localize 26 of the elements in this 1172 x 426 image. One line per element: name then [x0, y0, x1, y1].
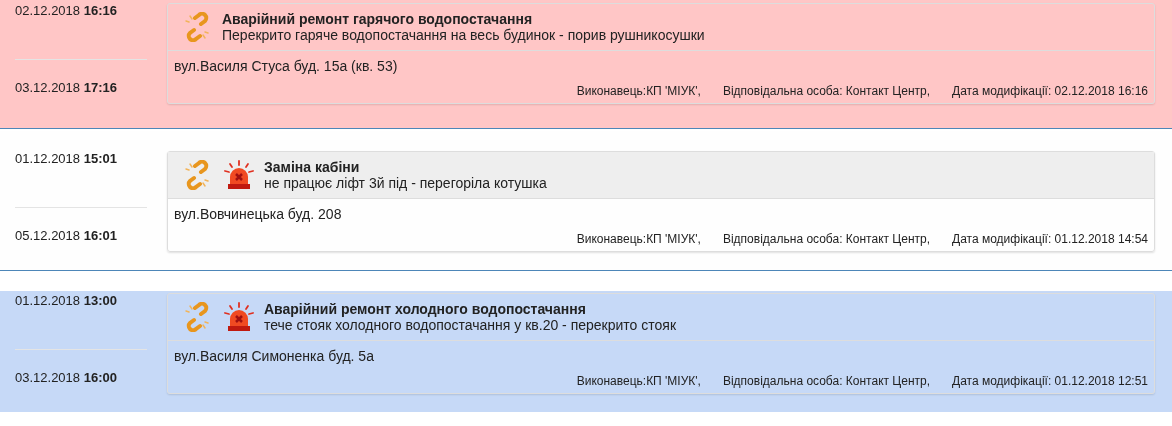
executor-text: Виконавець:КП 'МІУК',: [576, 232, 701, 246]
start-datetime: 01.12.2018 13:00: [15, 293, 147, 350]
modified-date-text: Дата модифікації: 01.12.2018 14:54: [952, 232, 1148, 246]
request-description: тече стояк холодного водопостачання у кв.20 - перекрито стояк: [264, 317, 676, 333]
executor-text: Виконавець:КП 'МІУК',: [576, 84, 701, 98]
address-text: вул.Василя Симоненка буд. 5а: [173, 347, 375, 366]
start-datetime: 02.12.2018 16:16: [15, 3, 147, 60]
end-datetime: 03.12.2018 17:16: [15, 79, 118, 95]
request-title: Аварійний ремонт гарячого водопостачання: [222, 11, 534, 27]
request-title: Заміна кабіни: [264, 159, 361, 175]
end-datetime: 03.12.2018 16:00: [15, 369, 118, 385]
end-datetime: 05.12.2018 16:01: [15, 227, 118, 243]
start-datetime: 01.12.2018 15:01: [15, 151, 147, 208]
request-description: Перекрито гаряче водопостачання на весь будинок - порив рушникосушки: [222, 27, 705, 43]
modified-date-text: Дата модифікації: 02.12.2018 16:16: [952, 84, 1148, 98]
responsible-text: Відповідальна особа: Контакт Центр,: [722, 84, 931, 98]
responsible-text: Відповідальна особа: Контакт Центр,: [722, 374, 931, 388]
request-description: не працює ліфт 3й під - перегоріла котушка: [264, 175, 547, 191]
executor-text: Виконавець:КП 'МІУК',: [576, 374, 701, 388]
siren-icon: [222, 302, 256, 332]
modified-date-text: Дата модифікації: 01.12.2018 12:51: [952, 374, 1148, 388]
responsible-text: Відповідальна особа: Контакт Центр,: [722, 232, 931, 246]
request-title: Аварійний ремонт холодного водопостачання: [264, 301, 587, 317]
address-text: вул.Василя Стуса буд. 15а (кв. 53): [173, 57, 399, 76]
address-text: вул.Вовчинецька буд. 208: [173, 205, 343, 224]
siren-icon: [222, 160, 256, 190]
